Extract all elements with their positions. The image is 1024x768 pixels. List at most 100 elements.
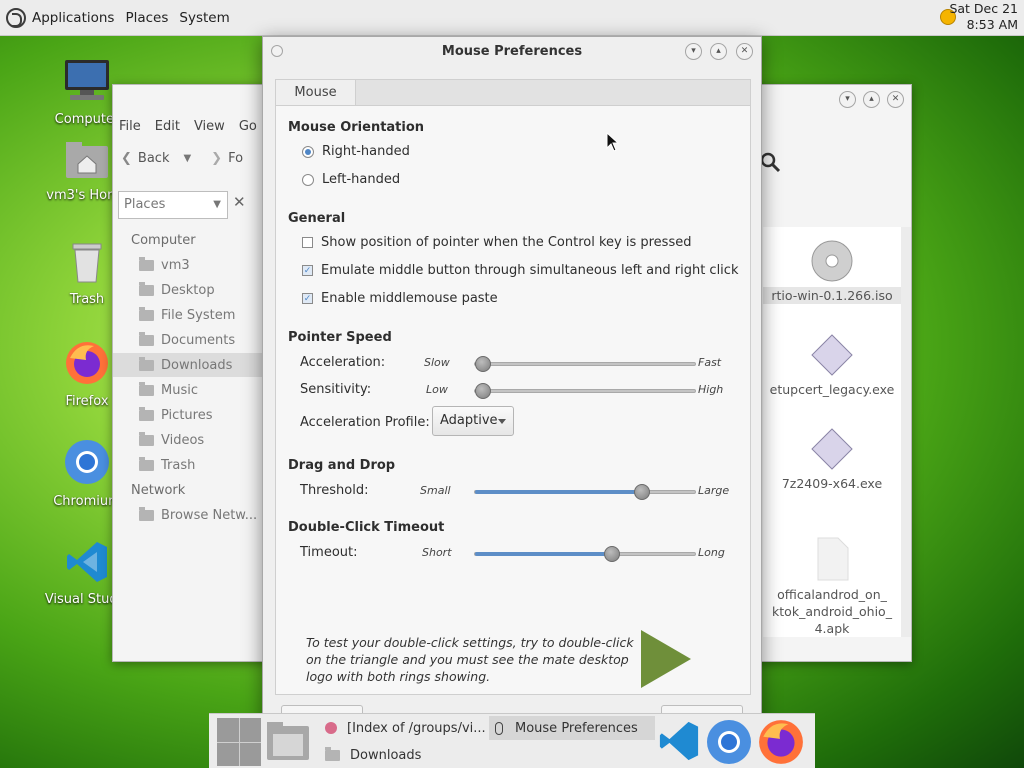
executable-icon: [811, 428, 853, 470]
back-history-icon[interactable]: ▼: [183, 153, 191, 164]
search-icon[interactable]: [759, 151, 781, 173]
timeout-label: Timeout:: [300, 545, 358, 560]
places-menu[interactable]: Places: [125, 10, 168, 26]
timeout-slider[interactable]: [474, 546, 696, 562]
mouse-cursor-icon: [606, 132, 620, 152]
places-combo-label: Places: [124, 197, 166, 212]
forward-arrow-icon: ❯: [211, 151, 223, 166]
threshold-label: Threshold:: [300, 483, 369, 498]
sidebar-item-documents[interactable]: Documents: [139, 328, 263, 352]
executable-icon: [811, 334, 853, 376]
mate-logo-icon[interactable]: [6, 7, 26, 28]
fm-menu-go[interactable]: Go: [239, 119, 257, 134]
left-handed-radio[interactable]: Left-handed: [302, 172, 400, 187]
emulate-middle-checkbox[interactable]: ✓ Emulate middle button through simultan…: [302, 263, 738, 278]
sidebar-item-downloads[interactable]: Downloads: [113, 353, 263, 377]
timeout-min-label: Short: [422, 546, 452, 559]
task-mouse-preferences[interactable]: Mouse Preferences: [489, 716, 655, 740]
acceleration-slider[interactable]: [474, 356, 696, 372]
close-button[interactable]: ✕: [736, 43, 753, 60]
workspace-3[interactable]: [217, 742, 239, 766]
double-click-test-triangle[interactable]: [641, 630, 691, 688]
vscode-icon: [67, 542, 107, 582]
sidebar-item-trash[interactable]: Trash: [139, 453, 263, 477]
sidebar-item-browse-network[interactable]: Browse Netw...: [139, 503, 263, 527]
sidebar-item-music[interactable]: Music: [139, 378, 263, 402]
sensitivity-label: Sensitivity:: [300, 382, 372, 397]
slider-handle[interactable]: [475, 383, 491, 399]
chromium-launcher-icon[interactable]: [705, 718, 753, 766]
system-menu[interactable]: System: [179, 10, 229, 26]
clock[interactable]: Sat Dec 21 8:53 AM: [949, 1, 1018, 33]
task-label: [Index of /groups/vi...: [347, 720, 486, 736]
file-name: officalandrod_on_ ktok_android_ohio_ 4.a…: [772, 587, 892, 636]
fm-menu-view[interactable]: View: [194, 119, 225, 134]
workspace-switcher[interactable]: [217, 718, 261, 766]
folder-icon: [139, 431, 154, 446]
tab-strip: Mouse: [275, 79, 751, 106]
file-item[interactable]: officalandrod_on_ ktok_android_ohio_ 4.a…: [763, 519, 901, 654]
mouse-preferences-window: Mouse Preferences ▾ ▴ ✕ Mouse Mouse Orie…: [262, 36, 762, 768]
file-item[interactable]: 7z2409-x64.exe: [763, 427, 901, 492]
slider-fill: [475, 552, 612, 556]
acceleration-profile-dropdown[interactable]: Adaptive: [432, 406, 514, 436]
sidebar-item-filesystem[interactable]: File System: [139, 303, 263, 327]
minimize-button[interactable]: ▾: [685, 43, 702, 60]
firefox-icon: [66, 342, 108, 384]
slider-handle[interactable]: [604, 546, 620, 562]
folder-launcher-icon[interactable]: [265, 720, 311, 762]
applications-menu[interactable]: Applications: [32, 10, 114, 26]
workspace-2[interactable]: [239, 718, 261, 742]
file-item[interactable]: etupcert_legacy.exe: [763, 333, 901, 398]
back-button[interactable]: Back: [138, 151, 170, 166]
task-browser-window[interactable]: [Index of /groups/vi...: [319, 716, 489, 740]
threshold-slider[interactable]: [474, 484, 696, 500]
fm-menu-edit[interactable]: Edit: [155, 119, 180, 134]
vscode-launcher-icon[interactable]: [657, 720, 701, 762]
sensitivity-slider[interactable]: [474, 383, 696, 399]
task-label: Mouse Preferences: [515, 720, 638, 736]
workspace-4[interactable]: [239, 742, 261, 766]
fm-close-button[interactable]: ✕: [887, 91, 904, 108]
slider-handle[interactable]: [475, 356, 491, 372]
forward-button[interactable]: Fo: [228, 151, 243, 166]
sidebar-item-desktop[interactable]: Desktop: [139, 278, 263, 302]
clock-date: Sat Dec 21: [949, 1, 1018, 16]
browser-task-icon: [325, 722, 337, 734]
fm-maximize-button[interactable]: ▴: [863, 91, 880, 108]
sidebar-item-videos[interactable]: Videos: [139, 428, 263, 452]
package-file-icon: [817, 537, 849, 581]
computer-icon: [65, 60, 109, 100]
window-menu-button[interactable]: [271, 45, 283, 57]
file-item[interactable]: rtio-win-0.1.266.iso: [763, 239, 901, 304]
middle-paste-checkbox[interactable]: ✓ Enable middlemouse paste: [302, 291, 498, 306]
firefox-launcher-icon[interactable]: [757, 718, 805, 766]
close-sidebar-icon[interactable]: ✕: [233, 193, 246, 211]
tab-mouse[interactable]: Mouse: [276, 80, 356, 106]
file-name: etupcert_legacy.exe: [769, 382, 895, 397]
mp-titlebar[interactable]: Mouse Preferences ▾ ▴ ✕: [263, 37, 761, 67]
fm-minimize-button[interactable]: ▾: [839, 91, 856, 108]
folder-icon: [325, 746, 340, 761]
right-handed-radio[interactable]: Right-handed: [302, 144, 410, 159]
radio-label: Right-handed: [322, 144, 410, 159]
folder-icon: [139, 406, 154, 421]
fm-toolbar: ❮ Back ▼ ❯ Fo: [121, 151, 243, 166]
fm-menu-file[interactable]: File: [119, 119, 141, 134]
section-mouse-orientation: Mouse Orientation: [288, 120, 425, 135]
file-view[interactable]: rtio-win-0.1.266.iso etupcert_legacy.exe…: [763, 227, 901, 637]
trash-icon: [72, 243, 102, 283]
task-downloads-window[interactable]: Downloads: [319, 743, 489, 767]
show-pointer-checkbox[interactable]: Show position of pointer when the Contro…: [302, 235, 691, 250]
double-click-hint: To test your double-click settings, try …: [306, 635, 634, 684]
maximize-button[interactable]: ▴: [710, 43, 727, 60]
fm-scrollbar[interactable]: [901, 227, 911, 637]
workspace-1[interactable]: [217, 718, 239, 742]
sidebar-item-vm3[interactable]: vm3: [139, 253, 263, 277]
slider-handle[interactable]: [634, 484, 650, 500]
acceleration-profile-label: Acceleration Profile:: [300, 415, 430, 430]
task-label: Downloads: [350, 747, 422, 763]
places-combo[interactable]: Places ▼: [118, 191, 228, 219]
sidebar-item-pictures[interactable]: Pictures: [139, 403, 263, 427]
checkbox-indicator: ✓: [302, 265, 313, 276]
